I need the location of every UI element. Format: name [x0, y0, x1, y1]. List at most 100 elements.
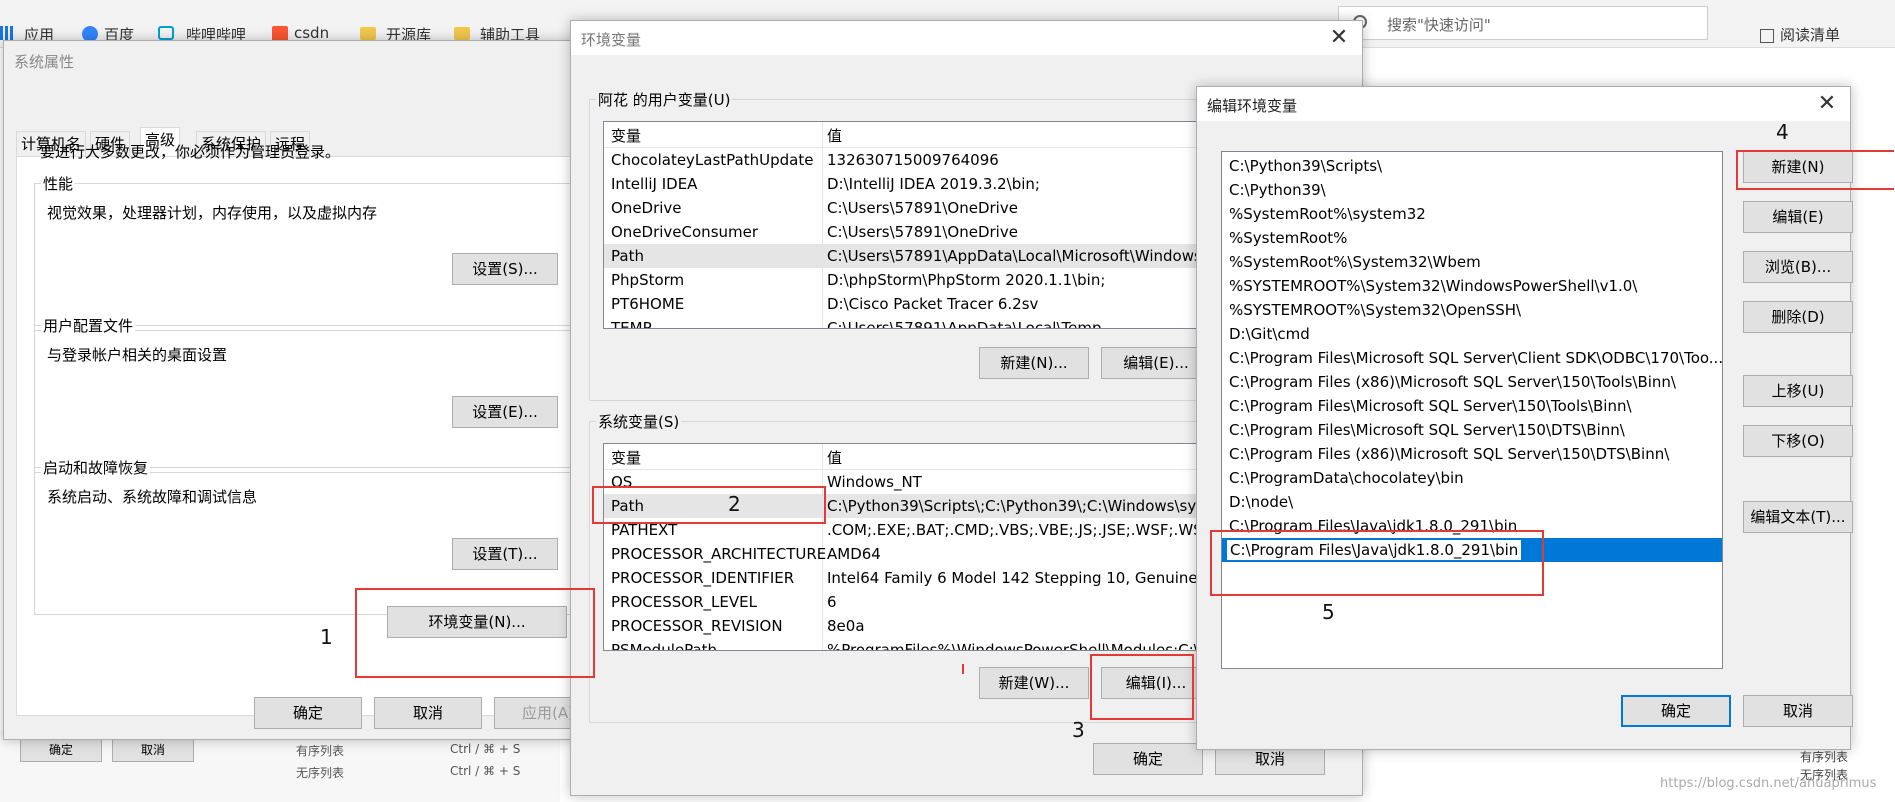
move-up-button[interactable]: 上移(U) [1743, 375, 1853, 407]
env-window-title: 环境变量 [581, 31, 642, 49]
bg-editor-row-2: 无序列表 Ctrl / ⌘ + S [296, 764, 520, 781]
path-entry: D:\node\ [1229, 493, 1294, 511]
bg-right-row: 有序列表 [1800, 750, 1849, 764]
list-item[interactable]: C:\Program Files (x86)\Microsoft SQL Ser… [1222, 370, 1722, 394]
cancel-button[interactable]: 取消 [374, 697, 482, 729]
path-entry: %SYSTEMROOT%\System32\OpenSSH\ [1229, 301, 1522, 319]
folder-icon [454, 27, 470, 40]
var-name: PROCESSOR_LEVEL [611, 593, 757, 611]
var-name: ChocolateyLastPathUpdate [611, 151, 814, 169]
close-icon[interactable]: ✕ [1326, 25, 1352, 51]
list-item[interactable]: C:\ProgramData\chocolatey\bin [1222, 466, 1722, 490]
var-name: PROCESSOR_ARCHITECTURE [611, 545, 827, 563]
user-profiles-label: 用户配置文件 [41, 315, 136, 336]
bilibili-icon [158, 26, 174, 40]
list-item[interactable]: C:\Program Files\Microsoft SQL Server\15… [1222, 394, 1722, 418]
system-variables-label: 系统变量(S) [596, 411, 682, 432]
annotation-number-3: 3 [1072, 718, 1085, 742]
path-entry: C:\Program Files\Microsoft SQL Server\15… [1229, 397, 1632, 415]
bg-ok-button[interactable]: 确定 [20, 738, 102, 762]
user-variables-label: 阿花 的用户变量(U) [596, 89, 733, 110]
system-new-button[interactable]: 新建(W)... [979, 667, 1089, 699]
var-value: 132630715009764096 [827, 151, 999, 169]
path-entry: C:\Program Files\Microsoft SQL Server\15… [1229, 421, 1625, 439]
var-name: PhpStorm [611, 271, 685, 289]
user-profiles-desc: 与登录帐户相关的桌面设置 [47, 346, 228, 364]
list-item[interactable]: C:\Program Files\Microsoft SQL Server\15… [1222, 418, 1722, 442]
user-profiles-settings-button[interactable]: 设置(E)... [452, 396, 558, 428]
list-item[interactable]: %SYSTEMROOT%\System32\OpenSSH\ [1222, 298, 1722, 322]
watermark: https://blog.csdn.net/ahuaprimus [1660, 776, 1877, 791]
list-item[interactable]: C:\Program Files\Microsoft SQL Server\Cl… [1222, 346, 1722, 370]
var-name: PSModulePath [611, 641, 718, 651]
edit-env-window-title: 编辑环境变量 [1207, 97, 1298, 115]
quick-access-search[interactable]: 搜索"快速访问" [1338, 6, 1708, 40]
edit-env-ok-button[interactable]: 确定 [1621, 695, 1731, 727]
var-value: %ProgramFiles%\WindowsPowerShell\Modules… [827, 641, 1199, 651]
edit-entry-button[interactable]: 编辑(E) [1743, 201, 1853, 233]
user-edit-button[interactable]: 编辑(E)... [1101, 347, 1211, 379]
path-entry: C:\Python39\Scripts\ [1229, 157, 1383, 175]
var-value: D:\phpStorm\PhpStorm 2020.1.1\bin; [827, 271, 1106, 289]
user-new-button[interactable]: 新建(N)... [979, 347, 1089, 379]
path-entry: D:\Git\cmd [1229, 325, 1310, 343]
var-value: Intel64 Family 6 Model 142 Stepping 10, … [827, 569, 1212, 587]
annotation-box-4 [1736, 150, 1894, 190]
list-item[interactable]: %SystemRoot%\System32\Wbem [1222, 250, 1722, 274]
var-value: C:\Users\57891\OneDrive [827, 223, 1018, 241]
close-icon[interactable]: ✕ [1814, 91, 1840, 117]
path-entry: %SystemRoot% [1229, 229, 1348, 247]
list-item[interactable]: C:\Python39\ [1222, 178, 1722, 202]
path-entry: C:\Program Files (x86)\Microsoft SQL Ser… [1229, 373, 1676, 391]
annotation-number-1: 1 [320, 625, 333, 649]
annotation-box-5 [1210, 530, 1544, 596]
var-name: PT6HOME [611, 295, 685, 313]
edit-env-titlebar: 编辑环境变量 ✕ [1197, 87, 1850, 121]
path-entry: C:\Python39\ [1229, 181, 1326, 199]
var-value: C:\Users\57891\OneDrive [827, 199, 1018, 217]
apps-icon[interactable] [0, 26, 14, 40]
var-name: TEMP [611, 319, 652, 329]
path-entry: %SystemRoot%\System32\Wbem [1229, 253, 1481, 271]
browse-button[interactable]: 浏览(B)... [1743, 251, 1853, 283]
var-value: C:\Users\57891\AppData\Local\Microsoft\W… [827, 247, 1202, 265]
annotation-number-5: 5 [1322, 600, 1335, 624]
list-item[interactable]: %SYSTEMROOT%\System32\WindowsPowerShell\… [1222, 274, 1722, 298]
bg-editor-row-shortcut: Ctrl / ⌘ + S [450, 742, 521, 756]
var-name: IntelliJ IDEA [611, 175, 698, 193]
list-item[interactable]: %SystemRoot%\system32 [1222, 202, 1722, 226]
move-down-button[interactable]: 下移(O) [1743, 425, 1853, 457]
list-item[interactable]: C:\Program Files (x86)\Microsoft SQL Ser… [1222, 442, 1722, 466]
var-name: PROCESSOR_REVISION [611, 617, 783, 635]
var-value: .COM;.EXE;.BAT;.CMD;.VBS;.VBE;.JS;.JSE;.… [827, 521, 1214, 539]
list-item[interactable]: D:\node\ [1222, 490, 1722, 514]
ok-button[interactable]: 确定 [254, 697, 362, 729]
bg-cancel-button[interactable]: 取消 [112, 738, 194, 762]
var-value: D:\Cisco Packet Tracer 6.2sv [827, 295, 1039, 313]
path-entry: %SYSTEMROOT%\System32\WindowsPowerShell\… [1229, 277, 1638, 295]
bg-editor-row-1: 有序列表 Ctrl / ⌘ + S [296, 742, 520, 759]
annotation-number-4: 4 [1776, 120, 1789, 144]
list-item[interactable]: D:\Git\cmd [1222, 322, 1722, 346]
var-value: C:\Python39\Scripts\;C:\Python39\;C:\Win… [827, 497, 1205, 515]
column-header-variable[interactable]: 变量 [611, 124, 641, 148]
column-header-variable[interactable]: 变量 [611, 446, 641, 470]
env-titlebar: 环境变量 ✕ [571, 21, 1362, 55]
reading-list[interactable]: 阅读清单 [1760, 24, 1840, 45]
edit-env-cancel-button[interactable]: 取消 [1743, 695, 1853, 727]
var-value: D:\IntelliJ IDEA 2019.3.2\bin; [827, 175, 1040, 193]
column-header-value[interactable]: 值 [827, 124, 842, 148]
edit-text-button[interactable]: 编辑文本(T)... [1743, 501, 1853, 533]
column-header-value[interactable]: 值 [827, 446, 842, 470]
list-item[interactable]: C:\Python39\Scripts\ [1222, 154, 1722, 178]
delete-entry-button[interactable]: 删除(D) [1743, 301, 1853, 333]
path-entry: C:\Program Files (x86)\Microsoft SQL Ser… [1229, 445, 1670, 463]
annotation-number-2: 2 [728, 492, 741, 516]
performance-settings-button[interactable]: 设置(S)... [452, 253, 558, 285]
bg-editor-row-shortcut: Ctrl / ⌘ + S [450, 764, 521, 778]
performance-label: 性能 [41, 173, 76, 194]
startup-recovery-settings-button[interactable]: 设置(T)... [452, 538, 558, 570]
list-item[interactable]: %SystemRoot% [1222, 226, 1722, 250]
env-ok-button[interactable]: 确定 [1093, 743, 1203, 775]
startup-recovery-label: 启动和故障恢复 [41, 457, 151, 478]
